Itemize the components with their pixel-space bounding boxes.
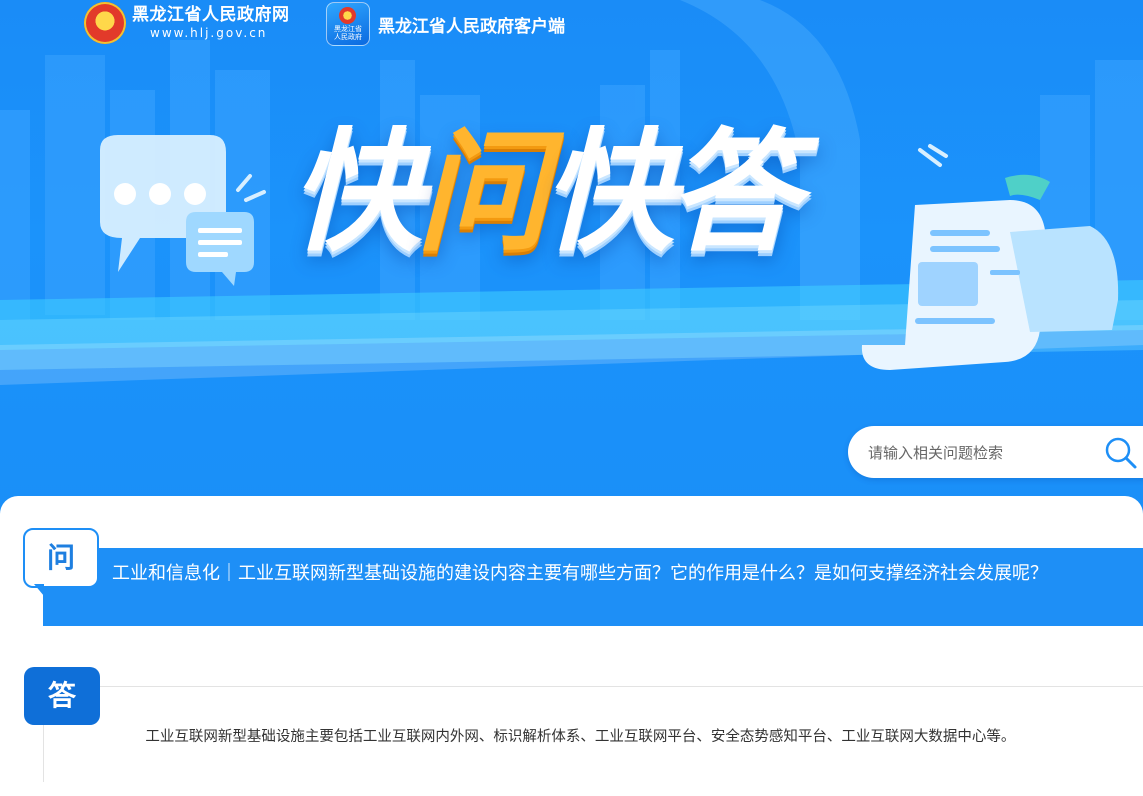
question-badge: 问 [23,528,99,588]
answer-text: 工业互联网新型基础设施主要包括工业互联网内外网、标识解析体系、工业互联网平台、安… [145,729,1016,745]
search-icon[interactable] [1104,436,1138,470]
app-icon-line-2: 人民政府 [334,33,362,41]
hero-char-1: 快 [290,116,422,270]
answer-side-rule [43,722,44,782]
portal-name: 黑龙江省人民政府网 [132,5,290,25]
hero-char-4: 答 [668,116,800,270]
answer-divider [100,686,1143,687]
question-bar [43,548,1143,626]
hero-char-3: 快 [542,116,674,270]
question-text: 工业和信息化｜工业互联网新型基础设施的建设内容主要有哪些方面？它的作用是什么？是… [112,563,1048,584]
hero-char-2: 问 [416,116,548,270]
hero-title: 快 问 快 答 [290,116,800,270]
national-emblem-icon [84,2,126,44]
client-app-logo[interactable]: 黑龙江省 人民政府 黑龙江省人民政府客户端 [326,2,565,46]
question-badge-tail [34,584,44,596]
search-input[interactable] [866,438,1100,468]
search-box [848,426,1143,478]
hero-banner: 黑龙江省人民政府网 www.hlj.gov.cn 黑龙江省 人民政府 黑龙江省人… [0,0,1143,520]
answer-badge: 答 [24,667,100,725]
portal-url: www.hlj.gov.cn [150,26,268,40]
app-icon: 黑龙江省 人民政府 [326,2,370,46]
app-icon-line-1: 黑龙江省 [334,25,362,33]
app-name: 黑龙江省人民政府客户端 [378,16,565,37]
portal-logo[interactable]: 黑龙江省人民政府网 www.hlj.gov.cn [84,2,290,44]
